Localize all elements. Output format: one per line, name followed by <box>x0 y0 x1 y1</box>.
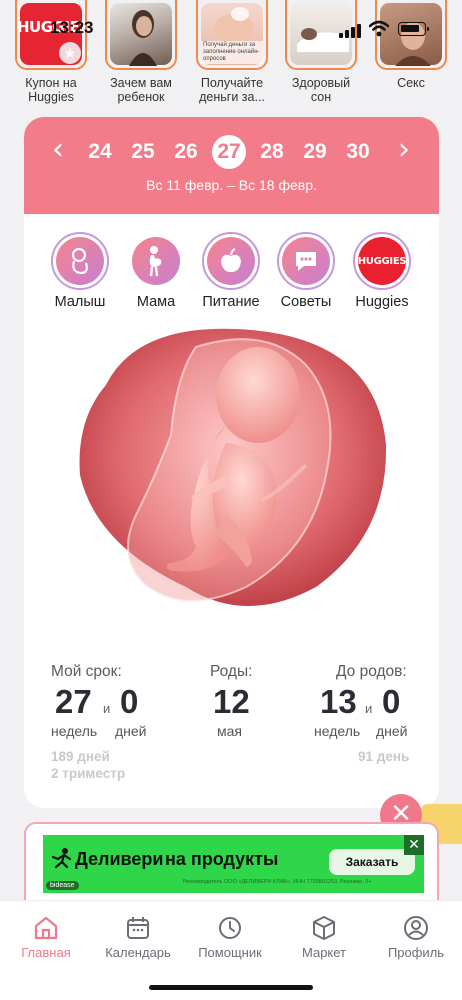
term-weeks-unit: недель <box>51 723 98 739</box>
until-birth-label: До родов: <box>336 663 407 680</box>
status-bar: 13:23 <box>0 18 462 42</box>
battery-icon <box>398 22 429 36</box>
tab-label: Профиль <box>387 945 445 960</box>
story-get-money[interactable]: Получай деньги за заполнение онлайн-опро… <box>195 0 269 104</box>
pregnant-icon <box>132 237 180 285</box>
week-item[interactable]: 29 <box>297 135 333 169</box>
ad-banner[interactable]: Деливери на продукты Заказать ✕ Рекламод… <box>43 835 424 893</box>
signal-icon <box>339 22 361 38</box>
week-item[interactable]: 28 <box>254 135 290 169</box>
category-mom[interactable]: Мама <box>118 232 194 310</box>
birth-label: Роды: <box>210 663 253 680</box>
tab-assistant[interactable]: Помощник <box>184 915 276 960</box>
fetus-illustration <box>76 325 388 615</box>
status-time: 13:23 <box>50 18 94 37</box>
story-caption: Зачем вам ребенок <box>110 76 172 104</box>
week-item[interactable]: 26 <box>168 135 204 169</box>
tab-label: Помощник <box>198 945 262 960</box>
wifi-icon <box>369 20 389 37</box>
delivery-runner-icon <box>51 848 72 869</box>
profile-icon <box>404 916 428 940</box>
story-caption: Получайте деньги за... <box>199 76 265 104</box>
birth-day-value: 12 <box>213 683 250 720</box>
box-icon <box>313 916 335 940</box>
story-sex[interactable]: Секс <box>374 0 448 90</box>
tab-market[interactable]: Маркет <box>278 915 370 960</box>
ad-legal-text: Рекламодатель ООО «ДЕЛИВЕРИ КЛАБ», ИНН 7… <box>183 879 372 885</box>
category-label: Мама <box>136 294 176 310</box>
week-item-selected[interactable]: 27 <box>212 135 246 169</box>
term-days-value: 0 <box>120 683 139 720</box>
term-and: и <box>103 701 111 716</box>
story-huggies-coupon[interactable]: HUGGIES ★ Купон на Huggies <box>14 0 88 104</box>
term-label: Мой срок: <box>51 663 122 680</box>
calendar-icon <box>127 917 149 939</box>
ad-close-icon[interactable]: ✕ <box>404 835 424 855</box>
category-baby[interactable]: Малыш <box>42 232 118 310</box>
clock-icon <box>219 917 241 939</box>
term-weeks-value: 27 <box>55 683 92 720</box>
birth-month: мая <box>217 723 242 739</box>
until-weeks-value: 13 <box>320 683 357 720</box>
category-tips[interactable]: Советы <box>268 232 344 310</box>
apple-icon <box>207 237 255 285</box>
until-and: и <box>365 701 373 716</box>
category-label: Советы <box>280 294 332 310</box>
week-item[interactable]: 30 <box>340 135 376 169</box>
story-caption: Купон на Huggies <box>25 76 77 104</box>
week-date-range: Вс 11 февр. – Вс 18 февр. <box>146 177 317 193</box>
tab-calendar[interactable]: Календарь <box>92 915 184 960</box>
total-days: 189 дней <box>51 749 110 764</box>
ad-network-label: bidease <box>46 881 79 890</box>
remaining-days: 91 день <box>358 749 410 764</box>
ad-brand: Деливери <box>75 849 164 869</box>
week-selector: ‹ 24 25 26 27 28 29 30 › Вс 11 февр. – В… <box>24 117 439 214</box>
tab-home[interactable]: Главная <box>0 915 92 960</box>
story-overlay-text: Получай деньги за заполнение онлайн-опро… <box>201 41 263 64</box>
stories-row: HUGGIES ★ Купон на Huggies Зачем вам реб… <box>0 0 462 112</box>
tab-label: Маркет <box>301 945 347 960</box>
category-row: Малыш Мама Питание Советы HUGGIES Huggie… <box>24 232 439 312</box>
tab-profile[interactable]: Профиль <box>370 915 462 960</box>
until-days-value: 0 <box>382 683 401 720</box>
story-healthy-sleep[interactable]: Здоровый сон <box>284 0 358 104</box>
week-item[interactable]: 24 <box>82 135 118 169</box>
ad-cta-button[interactable]: Заказать <box>329 849 415 875</box>
story-caption: Здоровый сон <box>291 76 351 104</box>
next-week-button[interactable]: › <box>390 135 418 165</box>
home-icon <box>34 916 58 940</box>
term-days-unit: дней <box>115 723 147 739</box>
week-item[interactable]: 25 <box>125 135 161 169</box>
category-huggies[interactable]: HUGGIES Huggies <box>344 232 420 310</box>
story-why-child[interactable]: Зачем вам ребенок <box>104 0 178 104</box>
ad-tagline: на продукты <box>165 849 279 869</box>
huggies-logo: HUGGIES <box>357 255 407 267</box>
week-list: 24 25 26 27 28 29 30 <box>82 135 382 169</box>
until-weeks-unit: недель <box>314 723 361 739</box>
story-caption: Секс <box>397 76 425 90</box>
category-label: Huggies <box>355 294 409 310</box>
category-nutrition[interactable]: Питание <box>193 232 269 310</box>
until-days-unit: дней <box>376 723 408 739</box>
baby-icon <box>56 237 104 285</box>
ad-banner-card: Деливери на продукты Заказать ✕ Рекламод… <box>24 822 439 912</box>
tab-label: Календарь <box>105 945 171 960</box>
star-icon: ★ <box>59 42 81 64</box>
category-label: Питание <box>202 294 260 310</box>
prev-week-button[interactable]: ‹ <box>44 135 72 165</box>
trimester: 2 триместр <box>51 766 126 781</box>
chat-icon <box>282 237 330 285</box>
pregnancy-card: ‹ 24 25 26 27 28 29 30 › Вс 11 февр. – В… <box>24 117 439 808</box>
home-indicator <box>149 985 313 990</box>
category-label: Малыш <box>54 294 106 310</box>
tab-label: Главная <box>21 945 71 960</box>
stat-labels: Мой срок: Роды: До родов: <box>24 663 439 683</box>
